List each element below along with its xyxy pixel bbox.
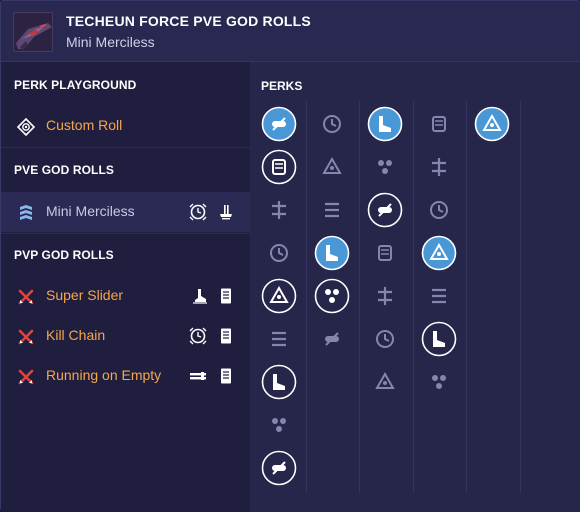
pve-chevron-icon <box>17 204 35 222</box>
timer-perk-icon[interactable] <box>421 235 457 271</box>
cluster-perk-icon[interactable] <box>421 149 457 185</box>
sidebar-item-label: Super Slider <box>46 287 124 303</box>
skull-perk-icon[interactable] <box>367 278 403 314</box>
crosshair-perk-icon[interactable] <box>367 364 403 400</box>
sidebar-item-running-on-empty[interactable]: Running on Empty <box>1 356 250 396</box>
page-subtitle: Mini Merciless <box>66 34 155 50</box>
extended-barrel-icon[interactable] <box>261 450 297 486</box>
barrel-perk-icon <box>189 367 207 385</box>
section-title-pve-god-rolls: PVE GOD ROLLS <box>14 163 114 177</box>
arrowhead-brake-icon[interactable] <box>261 278 297 314</box>
pvp-crossed-icon <box>17 288 35 306</box>
page-title: TECHEUN FORCE PVE GOD ROLLS <box>66 13 311 29</box>
up-arrow-perk-icon[interactable] <box>421 321 457 357</box>
battery-perk-icon[interactable] <box>367 235 403 271</box>
mag-perk-icon <box>217 327 235 345</box>
lightning-perk-icon[interactable] <box>421 278 457 314</box>
perks-panel: PERKS <box>250 62 580 512</box>
flared-magwell-icon[interactable] <box>314 192 350 228</box>
custom-roll-icon <box>16 117 36 137</box>
boot-perk-icon <box>191 287 209 305</box>
sidebar-item-label: Kill Chain <box>46 327 106 343</box>
fluted-barrel-icon[interactable] <box>261 149 297 185</box>
pvp-crossed-icon <box>17 328 35 346</box>
mag-perk-icon <box>217 287 235 305</box>
dragonfly-icon[interactable] <box>367 149 403 185</box>
sidebar-item-label: Mini Merciless <box>46 203 135 219</box>
sidebar: PERK PLAYGROUND Custom Roll PVE GOD ROLL… <box>1 62 250 512</box>
clock-perk-icon <box>189 203 207 221</box>
tower-perk-icon[interactable] <box>367 106 403 142</box>
clock-perk-icon <box>189 327 207 345</box>
chambered-compensator-icon[interactable] <box>261 235 297 271</box>
appended-mag-icon[interactable] <box>314 149 350 185</box>
steady-rounds-icon[interactable] <box>314 321 350 357</box>
weapon-thumbnail <box>13 12 53 52</box>
stand-perk-icon <box>217 203 235 221</box>
sidebar-item-label: Running on Empty <box>46 367 162 383</box>
tactical-mag-icon[interactable] <box>314 106 350 142</box>
swirl-perk-icon[interactable] <box>367 321 403 357</box>
header: TECHEUN FORCE PVE GOD ROLLS Mini Mercile… <box>1 1 580 62</box>
mag-perk-icon <box>217 367 235 385</box>
section-title-perk-playground: PERK PLAYGROUND <box>14 78 137 92</box>
dual-barrel-perk-icon[interactable] <box>421 364 457 400</box>
perks-title: PERKS <box>261 79 303 93</box>
hammer-forged-icon[interactable] <box>261 364 297 400</box>
accurized-rounds-icon[interactable] <box>314 235 350 271</box>
sidebar-item-super-slider[interactable]: Super Slider <box>1 276 250 316</box>
corkscrew-rifling-icon[interactable] <box>261 321 297 357</box>
spring-loaded-mag-icon[interactable] <box>367 192 403 228</box>
app-window: TECHEUN FORCE PVE GOD ROLLS Mini Mercile… <box>0 0 580 512</box>
sidebar-item-label: Custom Roll <box>46 117 123 133</box>
triad-perk-icon[interactable] <box>421 192 457 228</box>
masterwork-icon[interactable] <box>474 106 510 142</box>
sidebar-item-custom-roll[interactable]: Custom Roll <box>1 106 250 146</box>
smallbore-icon[interactable] <box>261 192 297 228</box>
ricochet-rounds-icon[interactable] <box>314 278 350 314</box>
pvp-crossed-icon <box>17 368 35 386</box>
barrel-wrench-icon[interactable] <box>261 106 297 142</box>
section-title-pvp-god-rolls: PVP GOD ROLLS <box>14 248 114 262</box>
sidebar-item-kill-chain[interactable]: Kill Chain <box>1 316 250 356</box>
sidebar-item-mini-merciless[interactable]: Mini Merciless <box>1 192 250 232</box>
slide-boot-icon[interactable] <box>421 106 457 142</box>
full-bore-icon[interactable] <box>261 407 297 443</box>
